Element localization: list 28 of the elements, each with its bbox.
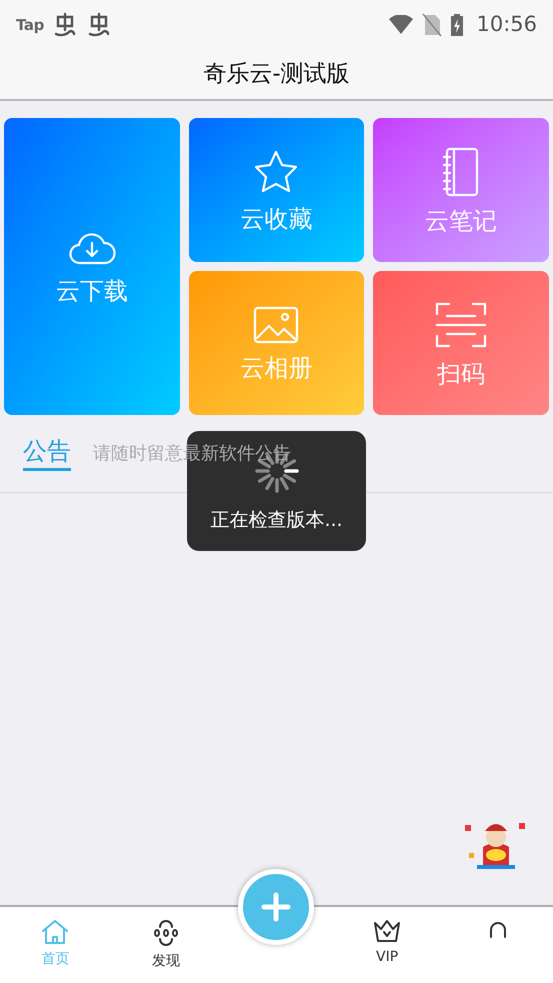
app-title: 奇乐云-测试版 (203, 60, 350, 90)
image-icon (253, 306, 300, 344)
scan-icon (435, 300, 488, 350)
wifi-icon (388, 15, 414, 35)
feature-tile[interactable]: 云下载 (4, 118, 180, 415)
feature-tile[interactable]: 扫码 (373, 271, 549, 415)
discover-icon (152, 919, 180, 947)
tile-label: 云收藏 (240, 207, 312, 231)
plus-icon (261, 892, 292, 922)
feature-tile[interactable]: 云相册 (188, 271, 364, 415)
no-sim-icon (422, 13, 442, 37)
tile-label: 云下载 (56, 278, 128, 302)
tap-logo: Tap (16, 14, 44, 36)
toast-message: 正在检查版本... (210, 508, 343, 533)
feature-tile[interactable]: 云收藏 (188, 118, 364, 262)
nav-tab[interactable]: VIP (332, 907, 442, 983)
cloud-download-icon (68, 230, 116, 266)
feature-tile[interactable]: 云笔记 (373, 118, 549, 262)
tile-label: 云笔记 (425, 209, 498, 233)
tile-label: 云相册 (240, 356, 312, 380)
nav-tab[interactable]: 首页 (0, 907, 111, 983)
tile-label: 扫码 (437, 362, 486, 386)
home-icon (41, 919, 70, 945)
nav-tab[interactable]: 发现 (110, 907, 222, 983)
crown-icon (372, 919, 402, 943)
clock-time: 10:56 (476, 11, 537, 38)
notice-tab[interactable]: 公告 (23, 436, 71, 471)
battery-icon (450, 13, 464, 37)
